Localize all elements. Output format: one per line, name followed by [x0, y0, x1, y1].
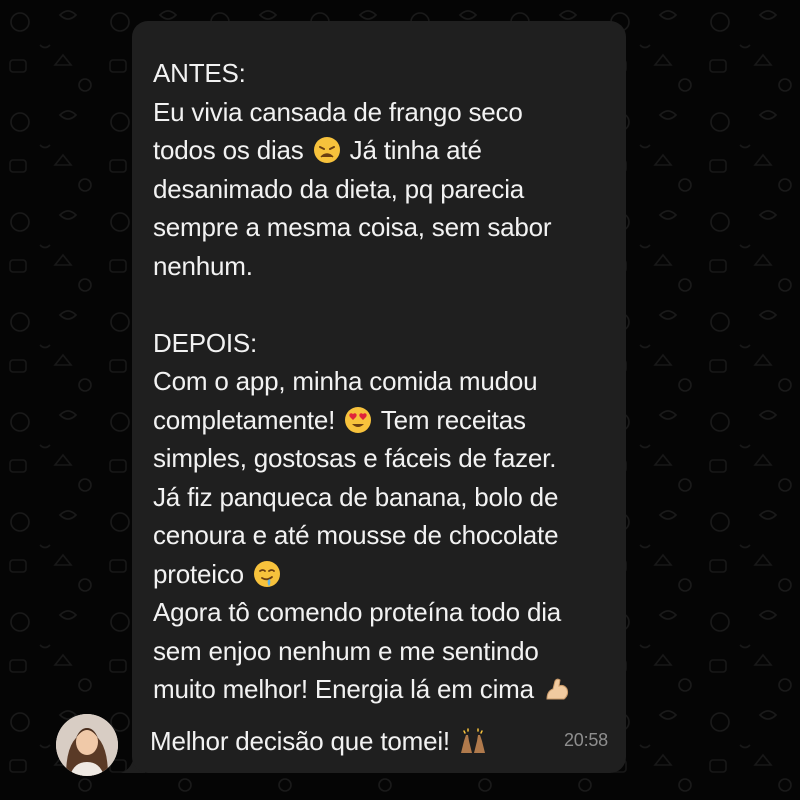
message-line: proteico: [153, 555, 608, 594]
message-line: Eu vivia cansada de frango seco: [153, 96, 523, 127]
message-timestamp: 20:58: [563, 729, 608, 750]
message-line: desanimado da dieta, pq parecia: [153, 173, 525, 204]
last-line-row: Melhor decisão que tomei! 20:58: [150, 721, 608, 761]
heart-eyes-face-icon: [344, 406, 372, 434]
message-line: sempre a mesma coisa, sem sabor: [153, 212, 552, 242]
message-line: sem enjoo nenhum e me sentindo: [153, 635, 539, 666]
message-line: Agora tô comendo proteína todo dia: [153, 597, 562, 627]
message-line: Já fiz panqueca de banana, bolo de: [153, 481, 559, 512]
message-line: nenhum.: [153, 250, 253, 281]
message-line: simples, gostosas e fáceis de fazer.: [153, 443, 557, 473]
before-heading: ANTES:: [153, 58, 246, 88]
flexed-biceps-icon: [543, 675, 571, 703]
sender-avatar[interactable]: [56, 714, 118, 776]
message-line: completamente! Tem receitas: [153, 404, 526, 435]
message-line: cenoura e até mousse de chocolate: [153, 520, 559, 550]
message-line: muito melhor! Energia lá em cima: [153, 670, 608, 709]
message-line: todos os dias Já tinha até: [153, 135, 482, 165]
message-line: Com o app, minha comida mudou: [153, 366, 538, 396]
message-line: Melhor decisão que tomei!: [150, 721, 489, 761]
drooling-face-icon: [253, 560, 281, 588]
weary-face-icon: [313, 136, 341, 164]
after-heading: DEPOIS:: [153, 327, 258, 358]
message-bubble[interactable]: ANTES: Eu vivia cansada de frango seco t…: [132, 21, 626, 773]
raising-hands-icon: [459, 727, 487, 755]
